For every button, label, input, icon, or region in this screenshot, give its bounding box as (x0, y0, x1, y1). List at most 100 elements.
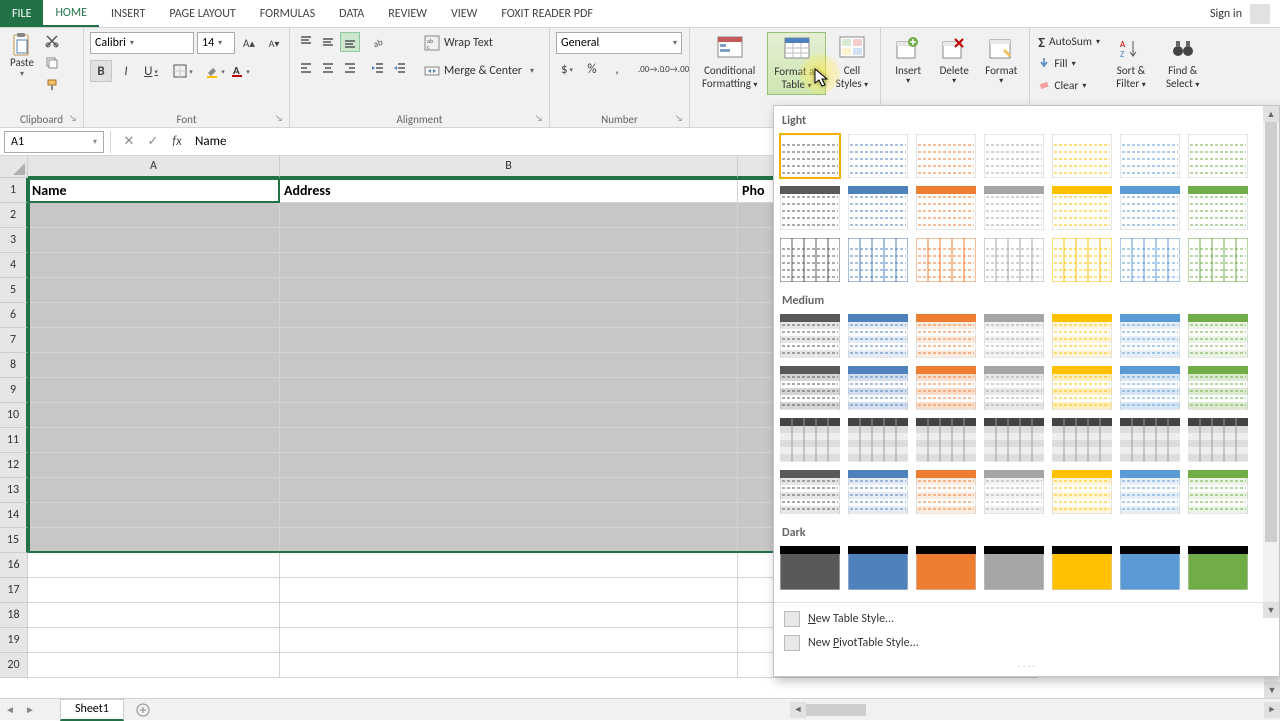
find-select-button[interactable]: Find & Select ▾ (1160, 32, 1205, 93)
cell[interactable] (280, 328, 738, 353)
align-top-button[interactable] (296, 32, 316, 52)
cell[interactable] (280, 453, 738, 478)
table-style-swatch[interactable] (1120, 418, 1180, 462)
align-middle-button[interactable] (318, 32, 338, 52)
table-style-swatch[interactable] (780, 418, 840, 462)
col-header-B[interactable]: B (280, 156, 738, 178)
row-header[interactable]: 14 (0, 503, 28, 528)
cancel-formula-button[interactable]: ✕ (117, 131, 141, 153)
cell[interactable] (28, 328, 280, 353)
table-style-swatch[interactable] (984, 366, 1044, 410)
cell[interactable] (280, 503, 738, 528)
comma-format-button[interactable]: , (606, 58, 628, 80)
table-style-swatch[interactable] (916, 470, 976, 514)
table-style-swatch[interactable] (1120, 314, 1180, 358)
table-style-swatch[interactable] (1052, 418, 1112, 462)
table-style-swatch[interactable] (984, 418, 1044, 462)
table-style-swatch[interactable] (1188, 546, 1248, 590)
clear-button[interactable]: Clear▾ (1036, 76, 1102, 96)
cell[interactable] (280, 578, 738, 603)
row-header[interactable]: 1 (0, 178, 28, 203)
table-style-swatch[interactable] (1052, 238, 1112, 282)
table-style-swatch[interactable] (916, 546, 976, 590)
table-style-swatch[interactable] (984, 134, 1044, 178)
horizontal-scrollbar[interactable]: ◄ ► (790, 702, 1280, 718)
table-style-swatch[interactable] (848, 470, 908, 514)
format-cells-button[interactable]: Format▾ (979, 32, 1023, 89)
cell[interactable] (280, 378, 738, 403)
table-style-swatch[interactable] (780, 366, 840, 410)
font-size-combo[interactable]: 14▾ (197, 32, 235, 54)
cell[interactable] (28, 453, 280, 478)
table-style-swatch[interactable] (780, 314, 840, 358)
table-style-swatch[interactable] (1188, 186, 1248, 230)
row-header[interactable]: 15 (0, 528, 28, 553)
cell[interactable] (280, 628, 738, 653)
row-header[interactable]: 6 (0, 303, 28, 328)
tab-formulas[interactable]: FORMULAS (248, 0, 327, 27)
row-header[interactable]: 11 (0, 428, 28, 453)
cell[interactable] (280, 403, 738, 428)
format-as-table-button[interactable]: Format as Table ▾ (767, 32, 825, 95)
align-right-button[interactable] (340, 58, 360, 78)
sheet-tab-1[interactable]: Sheet1 (60, 699, 124, 721)
table-style-swatch[interactable] (1052, 314, 1112, 358)
name-box[interactable]: A1▾ (4, 131, 104, 153)
tab-insert[interactable]: INSERT (99, 0, 157, 27)
cell[interactable] (28, 253, 280, 278)
sheet-nav-prev[interactable]: ◄ (0, 700, 20, 720)
table-style-swatch[interactable] (1052, 366, 1112, 410)
table-style-swatch[interactable] (916, 134, 976, 178)
cell[interactable] (28, 228, 280, 253)
table-style-swatch[interactable] (1052, 546, 1112, 590)
col-header-A[interactable]: A (28, 156, 280, 178)
cell[interactable] (280, 528, 738, 553)
align-center-button[interactable] (318, 58, 338, 78)
dialog-launcher-icon[interactable]: ↘ (675, 113, 687, 125)
table-style-swatch[interactable] (848, 546, 908, 590)
add-sheet-button[interactable] (132, 699, 154, 721)
dialog-launcher-icon[interactable]: ↘ (69, 113, 81, 125)
row-header[interactable]: 18 (0, 603, 28, 628)
row-header[interactable]: 10 (0, 403, 28, 428)
table-style-swatch[interactable] (1188, 366, 1248, 410)
cell[interactable] (280, 278, 738, 303)
align-bottom-button[interactable] (340, 32, 360, 52)
borders-button[interactable] (172, 60, 194, 82)
tab-view[interactable]: VIEW (439, 0, 489, 27)
cell-styles-button[interactable]: Cell Styles ▾ (830, 32, 875, 93)
tab-data[interactable]: DATA (327, 0, 376, 27)
table-style-swatch[interactable] (1120, 134, 1180, 178)
new-pivot-style-button[interactable]: New PivotTable Style... (774, 631, 1279, 655)
table-style-swatch[interactable] (1052, 134, 1112, 178)
row-header[interactable]: 2 (0, 203, 28, 228)
row-header[interactable]: 7 (0, 328, 28, 353)
font-color-button[interactable]: A (229, 60, 251, 82)
cell[interactable] (28, 378, 280, 403)
new-table-style-button[interactable]: New Table Style... (774, 607, 1279, 631)
cell[interactable] (28, 478, 280, 503)
table-style-swatch[interactable] (780, 186, 840, 230)
number-format-combo[interactable]: General▾ (556, 32, 682, 54)
fill-button[interactable]: Fill▾ (1036, 54, 1102, 74)
bold-button[interactable]: B (90, 60, 112, 82)
table-style-swatch[interactable] (1052, 470, 1112, 514)
tab-review[interactable]: REVIEW (376, 0, 439, 27)
increase-font-button[interactable]: A▴ (238, 32, 260, 54)
table-style-swatch[interactable] (848, 418, 908, 462)
table-style-swatch[interactable] (1052, 186, 1112, 230)
row-header[interactable]: 19 (0, 628, 28, 653)
row-header[interactable]: 4 (0, 253, 28, 278)
table-style-swatch[interactable] (984, 238, 1044, 282)
merge-center-button[interactable]: Merge & Center ▾ (420, 60, 538, 82)
cell[interactable] (280, 303, 738, 328)
italic-button[interactable]: I (115, 60, 137, 82)
conditional-formatting-button[interactable]: Conditional Formatting ▾ (696, 32, 763, 93)
cell[interactable] (28, 303, 280, 328)
select-all-triangle[interactable] (0, 156, 28, 178)
cell[interactable] (28, 628, 280, 653)
delete-cells-button[interactable]: Delete▾ (933, 32, 975, 89)
table-style-swatch[interactable] (984, 546, 1044, 590)
row-header[interactable]: 9 (0, 378, 28, 403)
align-left-button[interactable] (296, 58, 316, 78)
